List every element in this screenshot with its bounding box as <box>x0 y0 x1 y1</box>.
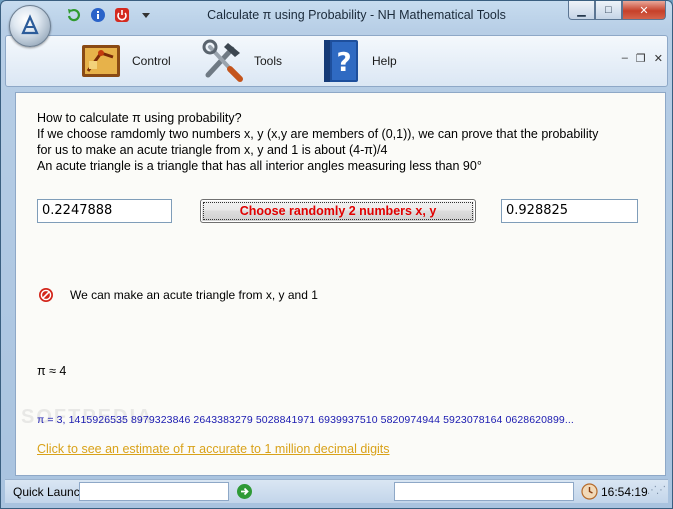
y-value-field[interactable]: 0.928825 <box>501 199 638 223</box>
million-digits-link[interactable]: Click to see an estimate of π accurate t… <box>37 442 390 456</box>
ribbon-control-button[interactable]: Control <box>78 38 171 84</box>
ribbon-help-label: Help <box>372 54 397 68</box>
ribbon-minimize-button[interactable]: – <box>622 52 628 65</box>
ribbon-tools-label: Tools <box>254 54 283 68</box>
x-value-field[interactable]: 0.2247888 <box>37 199 172 223</box>
main-content: How to calculate π using probability? If… <box>15 92 666 476</box>
ribbon-tools-button[interactable]: Tools <box>200 38 282 84</box>
quick-launch-label: Quick Launch <box>13 485 87 499</box>
ribbon-mini-controls: – ❐ ✕ <box>622 52 663 65</box>
description-line: How to calculate π using probability? <box>37 111 242 125</box>
app-window: Calculate π using Probability - NH Mathe… <box>0 0 673 509</box>
clock-icon <box>581 483 598 500</box>
close-button[interactable]: ✕ <box>622 1 666 20</box>
description-text: How to calculate π using probability? If… <box>37 110 598 174</box>
resize-grip[interactable]: ⋰⋰ <box>647 485 666 496</box>
ribbon-control-label: Control <box>132 54 171 68</box>
control-panel-icon <box>78 38 124 84</box>
maximize-button[interactable]: □ <box>595 1 622 20</box>
clock-time: 16:54:19 <box>601 485 648 499</box>
pi-approximation: π ≈ 4 <box>37 364 67 378</box>
go-arrow-icon[interactable] <box>236 483 253 500</box>
tools-icon <box>200 38 246 84</box>
description-line: for us to make an acute triangle from x,… <box>37 143 388 157</box>
quick-launch-input[interactable] <box>79 482 229 501</box>
choose-random-numbers-button[interactable]: Choose randomly 2 numbers x, y <box>200 199 476 223</box>
minimize-button[interactable]: ▁ <box>568 1 595 20</box>
help-book-icon: ? <box>318 38 364 84</box>
status-field <box>394 482 574 501</box>
no-entry-icon <box>39 288 53 302</box>
window-controls: ▁ □ ✕ <box>568 1 666 20</box>
app-logo-icon <box>21 14 39 35</box>
description-line: An acute triangle is a triangle that has… <box>37 159 482 173</box>
svg-text:?: ? <box>336 48 351 78</box>
title-bar: Calculate π using Probability - NH Mathe… <box>1 1 672 47</box>
ribbon-close-button[interactable]: ✕ <box>654 52 663 65</box>
ribbon-toolbar: Control Tools ? Help – ❐ ✕ <box>5 35 668 87</box>
result-row: We can make an acute triangle from x, y … <box>38 287 318 303</box>
application-menu-button[interactable] <box>9 5 51 47</box>
pi-digits-text: π = 3, 1415926535 8979323846 2643383279 … <box>37 414 574 426</box>
ribbon-help-button[interactable]: ? Help <box>318 38 397 84</box>
result-text: We can make an acute triangle from x, y … <box>70 288 318 302</box>
status-bar: Quick Launch 16:54:19 ⋰⋰ <box>5 479 668 503</box>
ribbon-restore-button[interactable]: ❐ <box>636 52 646 65</box>
description-line: If we choose ramdomly two numbers x, y (… <box>37 127 599 141</box>
